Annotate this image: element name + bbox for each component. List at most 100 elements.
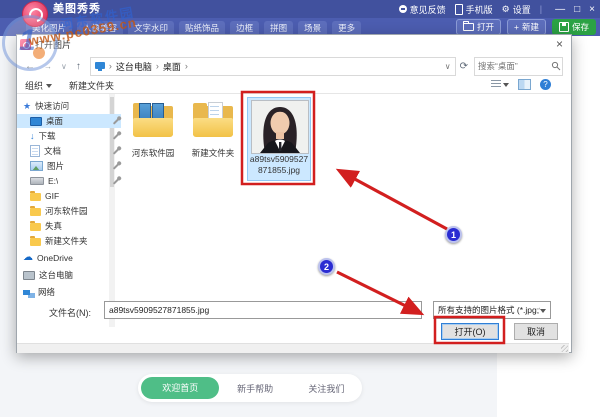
annotation-badge-1: 1	[445, 226, 462, 243]
network-icon	[23, 290, 30, 295]
forward-icon[interactable]: →	[44, 62, 52, 71]
dialog-titlebar: 打开图片 ×	[17, 35, 571, 55]
welcome-tabbar: 欢迎首页 新手帮助 关注我们	[138, 374, 362, 402]
sidebar-item-pictures[interactable]: 图片	[17, 159, 121, 173]
filename-label: 文件名(N):	[49, 306, 91, 319]
feedback-button[interactable]: 意见反馈	[399, 3, 446, 16]
onedrive-icon: ☁	[23, 253, 33, 263]
sidebar-item-gif[interactable]: GIF	[17, 189, 121, 203]
pin-icon	[113, 133, 119, 139]
portrait-photo	[252, 101, 308, 153]
desktop-icon	[30, 117, 42, 126]
folder-icon	[30, 208, 41, 216]
gear-icon: ⚙	[502, 4, 510, 15]
search-icon	[551, 61, 561, 71]
save-button[interactable]: 保存	[552, 19, 596, 35]
image-name-line1: a89tsv5909527	[249, 154, 309, 164]
star-icon: ★	[23, 102, 31, 111]
cancel-button[interactable]: 取消	[514, 323, 558, 340]
up-icon[interactable]: ↑	[76, 61, 81, 72]
phone-icon	[455, 4, 463, 15]
this-pc-icon	[23, 271, 35, 280]
screen: 美图秀秀 意见反馈 手机版 ⚙设置 | — □ × 美化图片 人像美容 文字水印…	[0, 0, 600, 417]
sidebar-item-drive-e[interactable]: E:\	[17, 174, 121, 188]
chevron-down-icon	[540, 309, 546, 313]
pin-icon	[113, 118, 119, 124]
breadcrumb-desktop[interactable]: 桌面	[163, 60, 181, 73]
sidebar-item-quick-access[interactable]: ★快速访问	[17, 99, 114, 113]
dialog-close-icon[interactable]: ×	[556, 37, 563, 51]
sidebar-item-downloads[interactable]: ↓下载	[17, 129, 121, 143]
dialog-app-icon	[20, 39, 31, 50]
open-folder-icon	[463, 23, 474, 31]
file-folder-hedong-label[interactable]: 河东软件园	[123, 147, 183, 159]
sidebar-item-shizhen[interactable]: 失真	[17, 219, 121, 233]
new-folder-button[interactable]: 新建文件夹	[69, 79, 114, 92]
app-title: 美图秀秀	[53, 0, 101, 18]
back-icon[interactable]: ←	[25, 61, 35, 72]
open-button[interactable]: 打开(O)	[441, 323, 499, 340]
picture-icon	[30, 161, 43, 171]
list-view-icon	[491, 80, 501, 89]
tab-welcome-home[interactable]: 欢迎首页	[141, 377, 219, 399]
open-image-button[interactable]: 打开	[456, 19, 501, 35]
refresh-icon[interactable]: ⟳	[460, 61, 468, 72]
sidebar-item-onedrive[interactable]: ☁OneDrive	[17, 251, 114, 265]
chevron-down-icon	[46, 84, 52, 88]
sidebar-item-network[interactable]: 网络	[17, 285, 114, 299]
settings-button[interactable]: ⚙设置	[502, 3, 531, 16]
folder-icon	[30, 193, 41, 201]
folder-new-icon[interactable]	[191, 99, 235, 141]
pin-icon	[113, 148, 119, 154]
organize-button[interactable]: 组织	[25, 79, 52, 92]
this-pc-icon	[95, 62, 105, 69]
breadcrumb-this-pc[interactable]: 这台电脑	[116, 60, 152, 73]
breadcrumb[interactable]: › 这台电脑 › 桌面 › ∨	[90, 57, 456, 76]
mobile-version-button[interactable]: 手机版	[455, 3, 493, 16]
divider: |	[540, 4, 542, 14]
folder-hedong-icon[interactable]	[131, 99, 175, 141]
sidebar-item-new-folder[interactable]: 新建文件夹	[17, 234, 121, 248]
meitu-logo-icon	[22, 1, 48, 27]
filename-combobox[interactable]	[104, 301, 422, 319]
new-canvas-button[interactable]: +新建	[507, 19, 546, 35]
tab-beginner-help[interactable]: 新手帮助	[219, 382, 290, 395]
tab-follow-us[interactable]: 关注我们	[291, 382, 362, 395]
image-thumbnail[interactable]	[251, 100, 309, 154]
minimize-button[interactable]: —	[555, 4, 565, 15]
maximize-button[interactable]: □	[574, 4, 580, 15]
sidebar-item-this-pc[interactable]: 这台电脑	[17, 268, 114, 282]
sidebar-item-documents[interactable]: 文档	[17, 144, 121, 158]
file-folder-new-label[interactable]: 新建文件夹	[183, 147, 243, 159]
drive-icon	[30, 177, 44, 185]
address-dropdown-icon[interactable]: ∨	[445, 62, 451, 71]
address-bar: ← → ∨ ↑ › 这台电脑 › 桌面 › ∨ ⟳	[17, 55, 571, 77]
chevron-down-icon	[503, 83, 509, 87]
filename-input[interactable]	[105, 305, 411, 315]
dialog-title: 打开图片	[35, 35, 71, 55]
filetype-select[interactable]: 所有支持的图片格式 (*.jpg;*.jp	[433, 301, 551, 319]
history-dropdown-icon[interactable]: ∨	[61, 62, 67, 71]
dialog-toolbar: 组织 新建文件夹 ?	[17, 77, 571, 93]
dialog-status-strip	[17, 343, 569, 353]
folder-icon	[30, 238, 41, 246]
annotation-badge-2: 2	[318, 258, 335, 275]
search-input[interactable]	[475, 61, 551, 71]
sidebar-item-hedong[interactable]: 河东软件园	[17, 204, 121, 218]
sidebar-item-desktop[interactable]: 桌面	[17, 114, 121, 128]
save-icon	[559, 22, 569, 32]
close-button[interactable]: ×	[589, 4, 595, 15]
resize-grip[interactable]	[561, 345, 568, 352]
download-icon: ↓	[30, 132, 35, 141]
pin-icon	[113, 163, 119, 169]
preview-pane-icon[interactable]	[518, 79, 531, 90]
chevron-down-icon[interactable]	[411, 309, 417, 313]
feedback-icon	[399, 5, 407, 13]
folder-icon	[30, 223, 41, 231]
document-icon	[30, 145, 40, 157]
help-icon[interactable]: ?	[540, 79, 551, 90]
plus-icon: +	[514, 22, 519, 32]
search-box[interactable]	[474, 57, 563, 76]
details-view-button[interactable]	[491, 80, 509, 89]
open-file-dialog: 打开图片 × ← → ∨ ↑ › 这台电脑 › 桌面 › ∨ ⟳	[16, 34, 572, 353]
